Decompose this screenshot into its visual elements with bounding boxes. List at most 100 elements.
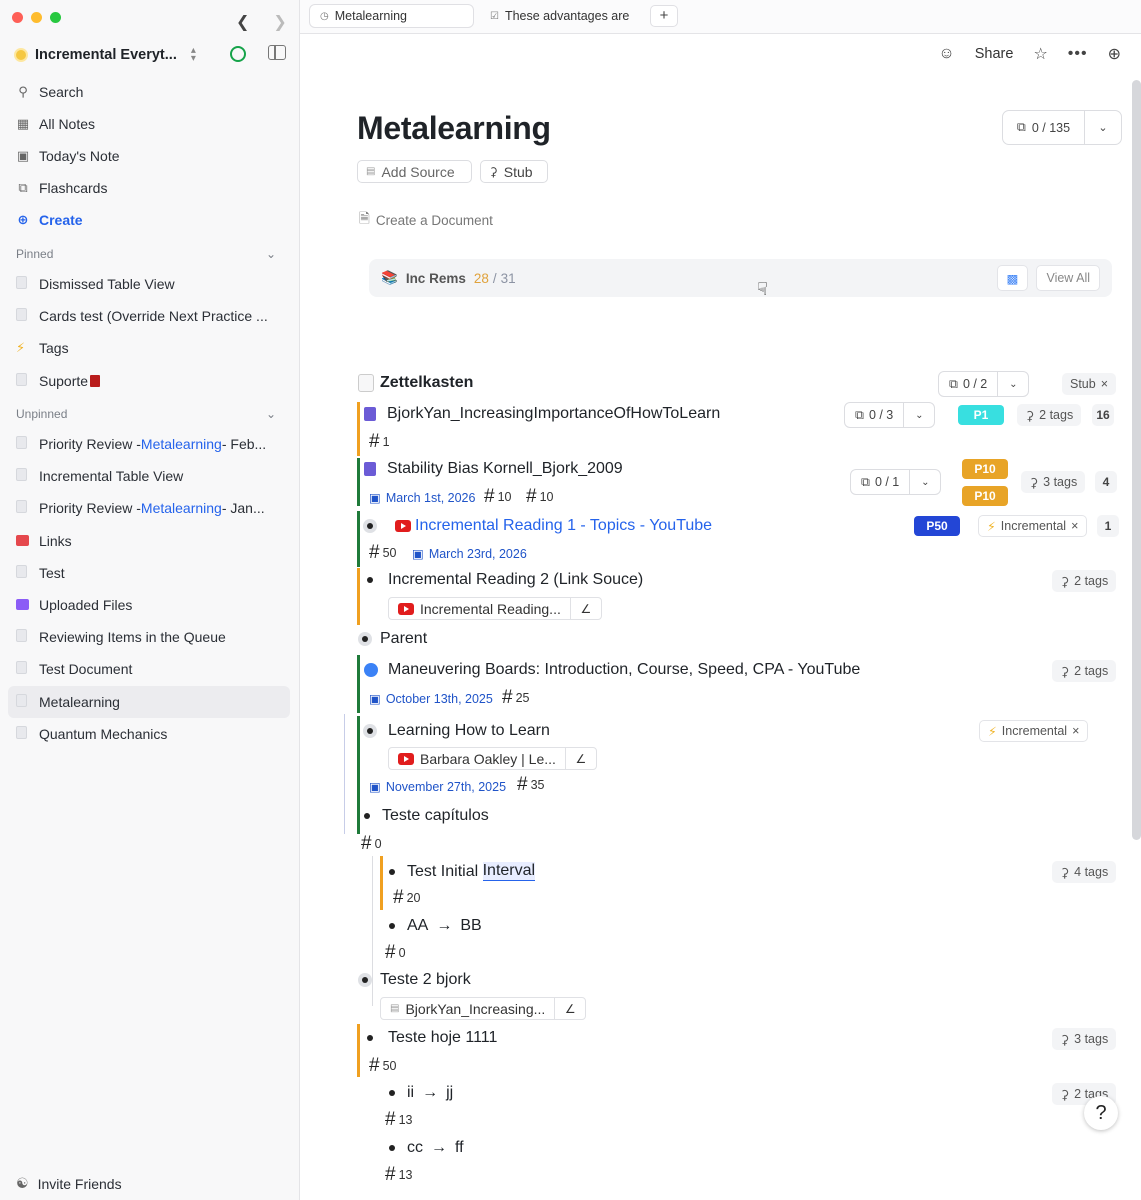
stability-date[interactable]: ▣ March 1st, 2026 bbox=[369, 490, 475, 506]
bullet[interactable] bbox=[389, 1145, 395, 1151]
boards-row[interactable]: Maneuvering Boards: Introduction, Course… bbox=[364, 661, 860, 679]
source-link[interactable]: Incremental Reading... bbox=[389, 598, 571, 619]
aa-row[interactable]: AA → BB bbox=[389, 917, 482, 935]
new-tab-button[interactable]: + bbox=[650, 5, 678, 27]
ir2-source-pill[interactable]: Incremental Reading... ∠ bbox=[388, 597, 602, 620]
ir1-title[interactable]: Incremental Reading 1 - Topics - YouTube bbox=[415, 517, 712, 535]
ir1-incremental-tag[interactable]: ⚡ Incremental × bbox=[978, 515, 1088, 537]
bullet[interactable] bbox=[389, 868, 395, 875]
ir2-row[interactable]: Incremental Reading 2 (Link Souce) bbox=[367, 571, 643, 589]
bjork-row[interactable]: BjorkYan_IncreasingImportanceOfHowToLear… bbox=[364, 405, 720, 423]
create-document-link[interactable]: 🗎 Create a Document bbox=[359, 209, 493, 232]
ir2-tags[interactable]: ⚳ 2 tags bbox=[1052, 570, 1117, 592]
bullet[interactable] bbox=[367, 523, 373, 529]
close-icon[interactable]: × bbox=[1072, 724, 1079, 738]
unpinned-item-metalearning[interactable]: Metalearning bbox=[8, 685, 290, 718]
source-link[interactable]: ▤ BjorkYan_Increasing... bbox=[381, 998, 556, 1019]
flashcard-count-button[interactable]: ⧉ 0 / 135 ⌄ bbox=[1002, 110, 1122, 145]
workspace-switcher[interactable]: Incremental Everyt... ▴ ▾ bbox=[14, 44, 294, 66]
tab-advantages[interactable]: ☑ These advantages are bbox=[480, 4, 640, 28]
ir1-row[interactable]: Incremental Reading 1 - Topics - YouTube bbox=[367, 517, 712, 535]
sync-status-icon[interactable] bbox=[230, 46, 246, 62]
stub-tag[interactable]: ⚳ Stub bbox=[480, 160, 548, 183]
bullet[interactable] bbox=[367, 728, 373, 734]
pinned-header[interactable]: Pinned ⌄ bbox=[0, 240, 300, 268]
pinned-item-dismissed[interactable]: Dismissed Table View bbox=[8, 268, 290, 300]
pinned-item-cards-test[interactable]: Cards test (Override Next Practice ... bbox=[8, 300, 290, 332]
hoje-tags[interactable]: ⚳ 3 tags bbox=[1052, 1028, 1117, 1050]
zettelkasten-row[interactable]: Zettelkasten bbox=[358, 374, 473, 392]
parent-row[interactable]: Parent bbox=[362, 630, 427, 648]
back-arrow-icon[interactable]: ❮ bbox=[236, 12, 249, 32]
unpinned-item-priority-jan[interactable]: Priority Review - Metalearning - Jan... bbox=[8, 492, 290, 524]
bullet[interactable] bbox=[389, 923, 395, 929]
pinned-item-tags[interactable]: ⚡ Tags bbox=[8, 332, 290, 364]
invite-friends[interactable]: ☯ Invite Friends bbox=[16, 1175, 122, 1192]
nav-create[interactable]: ⊕ Create bbox=[0, 204, 300, 236]
unpinned-item-uploaded[interactable]: Uploaded Files bbox=[8, 589, 290, 621]
stability-tags[interactable]: ⚳ 3 tags bbox=[1021, 471, 1086, 493]
priority-badge[interactable]: P10 bbox=[962, 459, 1008, 479]
edit-icon[interactable]: ∠ bbox=[566, 752, 596, 766]
nav-todays-note[interactable]: ▣ Today's Note bbox=[0, 140, 300, 172]
close-icon[interactable]: × bbox=[1071, 519, 1078, 533]
pinned-item-suporte[interactable]: Suporte bbox=[8, 365, 290, 397]
priority-badge[interactable]: P1 bbox=[958, 405, 1004, 425]
page-title[interactable]: Metalearning bbox=[357, 110, 551, 147]
learning-source-pill[interactable]: Barbara Oakley | Le... ∠ bbox=[388, 747, 597, 770]
cc-row[interactable]: cc → ff bbox=[389, 1139, 464, 1157]
nav-search[interactable]: ⚲ Search bbox=[0, 76, 300, 108]
priority-badge[interactable]: P10 bbox=[962, 486, 1008, 506]
teste2-source-pill[interactable]: ▤ BjorkYan_Increasing... ∠ bbox=[380, 997, 587, 1020]
bullet[interactable] bbox=[389, 1090, 395, 1096]
edit-icon[interactable]: ∠ bbox=[555, 1002, 585, 1016]
unpinned-item-inc-table[interactable]: Incremental Table View bbox=[8, 460, 290, 492]
ir1-date[interactable]: ▣ March 23rd, 2026 bbox=[412, 546, 527, 562]
unpinned-item-links[interactable]: Links bbox=[8, 525, 290, 557]
learning-incremental-tag[interactable]: ⚡ Incremental × bbox=[979, 720, 1089, 742]
unpinned-item-quantum[interactable]: Quantum Mechanics bbox=[8, 718, 290, 750]
ii-row[interactable]: ii → jj bbox=[389, 1084, 453, 1102]
chevron-down-icon[interactable]: ⌄ bbox=[1085, 121, 1121, 134]
help-button[interactable]: ? bbox=[1084, 1096, 1118, 1130]
maximize-window-button[interactable] bbox=[50, 12, 61, 23]
boards-date[interactable]: ▣ October 13th, 2025 bbox=[369, 691, 493, 707]
tii-row[interactable]: Test Initial Interval bbox=[389, 862, 536, 881]
bullet[interactable] bbox=[362, 977, 368, 983]
boards-tags[interactable]: ⚳ 2 tags bbox=[1052, 660, 1117, 682]
source-link[interactable]: Barbara Oakley | Le... bbox=[389, 748, 566, 769]
bullet[interactable] bbox=[364, 813, 370, 819]
unpinned-item-test-document[interactable]: Test Document bbox=[8, 653, 290, 685]
stability-row[interactable]: Stability Bias Kornell_Bjork_2009 bbox=[364, 460, 623, 478]
scrollbar[interactable] bbox=[1132, 80, 1141, 840]
view-all-button[interactable]: View All bbox=[1036, 265, 1100, 291]
nav-all-notes[interactable]: ▦ All Notes bbox=[0, 108, 300, 140]
toggle-sidebar-icon[interactable] bbox=[268, 45, 286, 60]
add-source-button[interactable]: ▤ Add Source bbox=[357, 160, 472, 183]
edit-icon[interactable]: ∠ bbox=[571, 602, 601, 616]
close-window-button[interactable] bbox=[12, 12, 23, 23]
bjork-tags[interactable]: ⚳ 2 tags bbox=[1017, 404, 1082, 426]
card-count[interactable]: ⧉ 0 / 135 bbox=[1003, 111, 1085, 144]
bullet[interactable] bbox=[367, 1035, 373, 1041]
minimize-window-button[interactable] bbox=[31, 12, 42, 23]
close-icon[interactable]: × bbox=[1101, 377, 1108, 391]
tii-tags[interactable]: ⚳ 4 tags bbox=[1052, 861, 1117, 883]
unpinned-header[interactable]: Unpinned ⌄ bbox=[0, 400, 300, 428]
tab-metalearning[interactable]: ◷ Metalearning bbox=[309, 4, 474, 28]
unpinned-item-priority-feb[interactable]: Priority Review - Metalearning - Feb... bbox=[8, 428, 290, 460]
teste2-row[interactable]: Teste 2 bjork bbox=[362, 971, 471, 989]
nav-flashcards[interactable]: ⧉ Flashcards bbox=[0, 172, 300, 204]
bullet[interactable] bbox=[362, 636, 368, 642]
bullet[interactable] bbox=[367, 577, 373, 583]
chart-icon[interactable]: ▩ bbox=[996, 265, 1029, 291]
stability-card-count[interactable]: ⧉ 0 / 1 ⌄ bbox=[850, 469, 942, 495]
hoje-row[interactable]: Teste hoje 1111 bbox=[367, 1029, 497, 1047]
learning-row[interactable]: Learning How to Learn bbox=[367, 722, 550, 740]
learning-date[interactable]: ▣ November 27th, 2025 bbox=[369, 779, 506, 795]
bjork-card-count[interactable]: ⧉ 0 / 3 ⌄ bbox=[844, 402, 936, 428]
forward-arrow-icon[interactable]: ❯ bbox=[273, 12, 286, 32]
unpinned-item-test[interactable]: Test bbox=[8, 557, 290, 589]
unpinned-item-reviewing[interactable]: Reviewing Items in the Queue bbox=[8, 621, 290, 653]
zettel-stub-tag[interactable]: Stub × bbox=[1062, 373, 1117, 395]
